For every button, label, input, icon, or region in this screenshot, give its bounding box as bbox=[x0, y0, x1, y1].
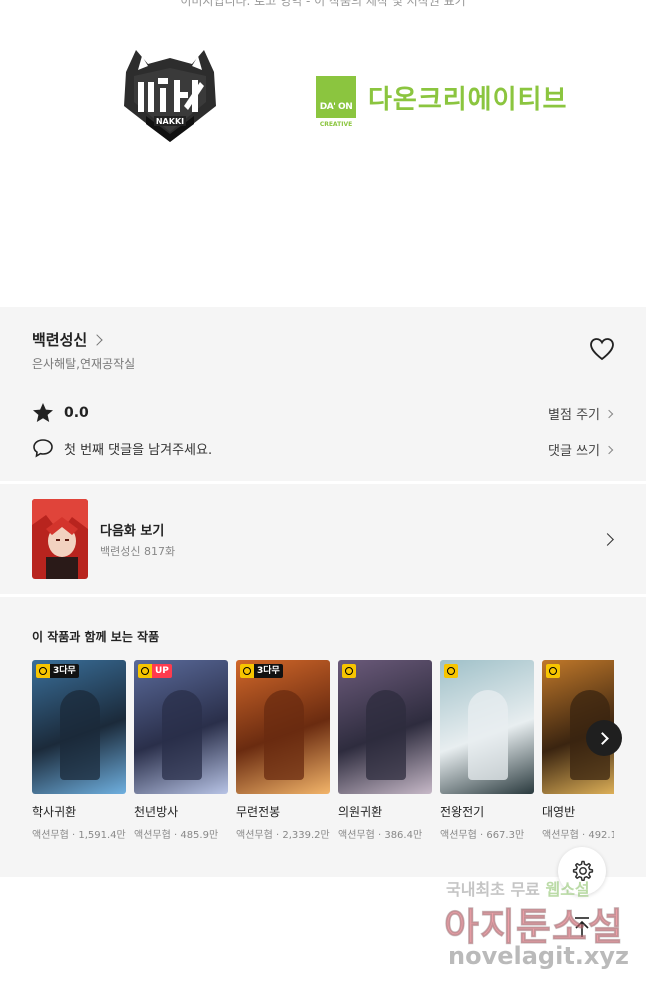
comment-prompt: 첫 번째 댓글을 남겨주세요. bbox=[32, 438, 212, 458]
speech-bubble-icon bbox=[33, 439, 53, 458]
cover-figure bbox=[468, 690, 508, 780]
chevron-right-icon bbox=[601, 533, 614, 546]
recommendation-title: 전왕전기 bbox=[440, 805, 485, 819]
recommendations-title: 이 작품과 함께 보는 작품 bbox=[32, 630, 160, 644]
heart-icon[interactable] bbox=[589, 337, 615, 361]
recommendation-title: 대영반 bbox=[542, 805, 576, 819]
gear-icon bbox=[572, 860, 594, 882]
next-episode-label: 다음화 보기 bbox=[100, 524, 165, 539]
carousel-next-button[interactable] bbox=[586, 720, 622, 756]
clock-icon bbox=[444, 664, 458, 678]
watermark: 국내최초 무료 웹소설 아지툰소설 novelagit.xyz bbox=[444, 876, 644, 986]
recommendation-item[interactable]: 3다무무련전봉액션무협 · 2,339.2만 bbox=[236, 660, 330, 841]
recommendation-item[interactable]: 의원귀환액션무협 · 386.4만 bbox=[338, 660, 432, 841]
work-title-link[interactable]: 백련성신 bbox=[32, 329, 103, 350]
wait-free-badge: 3다무 bbox=[240, 664, 283, 678]
daon-mark: DA' ON CREATIVE bbox=[316, 76, 356, 128]
work-author: 은사해탈,연재공작실 bbox=[32, 357, 136, 371]
next-episode-card[interactable]: 다음화 보기 백련성신 817화 bbox=[0, 484, 646, 594]
work-info-card: 백련성신 은사해탈,연재공작실 0.0 별점 주기 첫 번째 댓글을 남겨주세요… bbox=[0, 307, 646, 481]
cover-figure bbox=[264, 690, 304, 780]
rate-button[interactable]: 별점 주기 bbox=[548, 404, 614, 423]
next-episode-thumbnail bbox=[32, 499, 88, 579]
recommendation-title: 천년방사 bbox=[134, 805, 179, 819]
watermark-line1: 국내최초 무료 bbox=[446, 880, 540, 899]
recommendation-cover bbox=[440, 660, 534, 794]
rating-display: 0.0 bbox=[32, 402, 89, 423]
clock-icon bbox=[240, 664, 254, 678]
chevron-right-icon bbox=[91, 333, 103, 346]
wait-free-badge: 3다무 bbox=[36, 664, 79, 678]
recommendation-item[interactable]: UP 천년방사액션무협 · 485.9만 bbox=[134, 660, 228, 841]
wait-free-badge bbox=[444, 664, 458, 678]
watermark-line3: novelagit.xyz bbox=[448, 942, 630, 970]
chevron-right-icon bbox=[596, 731, 609, 745]
svg-text:NAKKI: NAKKI bbox=[156, 117, 184, 126]
recommendations-section: 이 작품과 함께 보는 작품 3다무학사귀환액션무협 · 1,591.4만 UP 천… bbox=[0, 597, 646, 877]
recommendation-item[interactable]: 3다무학사귀환액션무협 · 1,591.4만 bbox=[32, 660, 126, 841]
recommendation-cover: 3다무 bbox=[236, 660, 330, 794]
recommendation-meta: 액션무협 · 386.4만 bbox=[338, 830, 423, 841]
clock-icon bbox=[546, 664, 560, 678]
scroll-top-icon[interactable] bbox=[570, 915, 594, 939]
clock-icon bbox=[342, 664, 356, 678]
clock-icon bbox=[138, 664, 152, 678]
recommendation-cover: 3다무 bbox=[32, 660, 126, 794]
recommendation-meta: 액션무협 · 2,339.2만 bbox=[236, 830, 330, 841]
cover-figure bbox=[60, 690, 100, 780]
next-episode-subtitle: 백련성신 817화 bbox=[100, 545, 176, 558]
daon-wordmark: 다온크리에이티브 bbox=[368, 84, 568, 115]
settings-button[interactable] bbox=[558, 847, 606, 895]
recommendation-cover bbox=[338, 660, 432, 794]
badge-label: 3다무 bbox=[50, 664, 79, 678]
cover-figure bbox=[162, 690, 202, 780]
chevron-right-icon bbox=[604, 409, 614, 418]
star-icon bbox=[33, 403, 53, 422]
wait-free-badge bbox=[342, 664, 356, 678]
recommendation-title: 의원귀환 bbox=[338, 805, 383, 819]
recommendation-title: 학사귀환 bbox=[32, 805, 77, 819]
write-comment-button[interactable]: 댓글 쓰기 bbox=[548, 440, 614, 459]
daon-creative-logo: DA' ON CREATIVE 다온크리에이티브 bbox=[316, 76, 568, 128]
badge-label: 3다무 bbox=[254, 664, 283, 678]
recommendation-meta: 액션무협 · 667.3만 bbox=[440, 830, 525, 841]
badge-label: UP bbox=[152, 664, 172, 678]
recommendation-title: 무련전봉 bbox=[236, 805, 281, 819]
recommendation-meta: 액션무협 · 485.9만 bbox=[134, 830, 219, 841]
wait-free-badge bbox=[546, 664, 560, 678]
recommendation-meta: 액션무협 · 492.1만 bbox=[542, 830, 614, 841]
copyright-notice: 이미지입니다. 로고 영역 - 이 작품의 제작 및 저작권 표기 bbox=[180, 0, 466, 8]
recommendation-meta: 액션무협 · 1,591.4만 bbox=[32, 830, 126, 841]
nakki-logo: NAKKI bbox=[124, 50, 216, 142]
recommendation-cover: UP bbox=[134, 660, 228, 794]
recommendations-carousel: 3다무학사귀환액션무협 · 1,591.4만 UP 천년방사액션무협 · 485.9… bbox=[32, 660, 614, 850]
rating-value: 0.0 bbox=[64, 404, 89, 421]
wait-free-badge: UP bbox=[138, 664, 172, 678]
watermark-line2: 아지툰소설 bbox=[444, 905, 624, 950]
clock-icon bbox=[36, 664, 50, 678]
cover-figure bbox=[366, 690, 406, 780]
recommendation-item[interactable]: 전왕전기액션무협 · 667.3만 bbox=[440, 660, 534, 841]
work-title: 백련성신 bbox=[32, 331, 88, 349]
chevron-right-icon bbox=[604, 445, 614, 454]
